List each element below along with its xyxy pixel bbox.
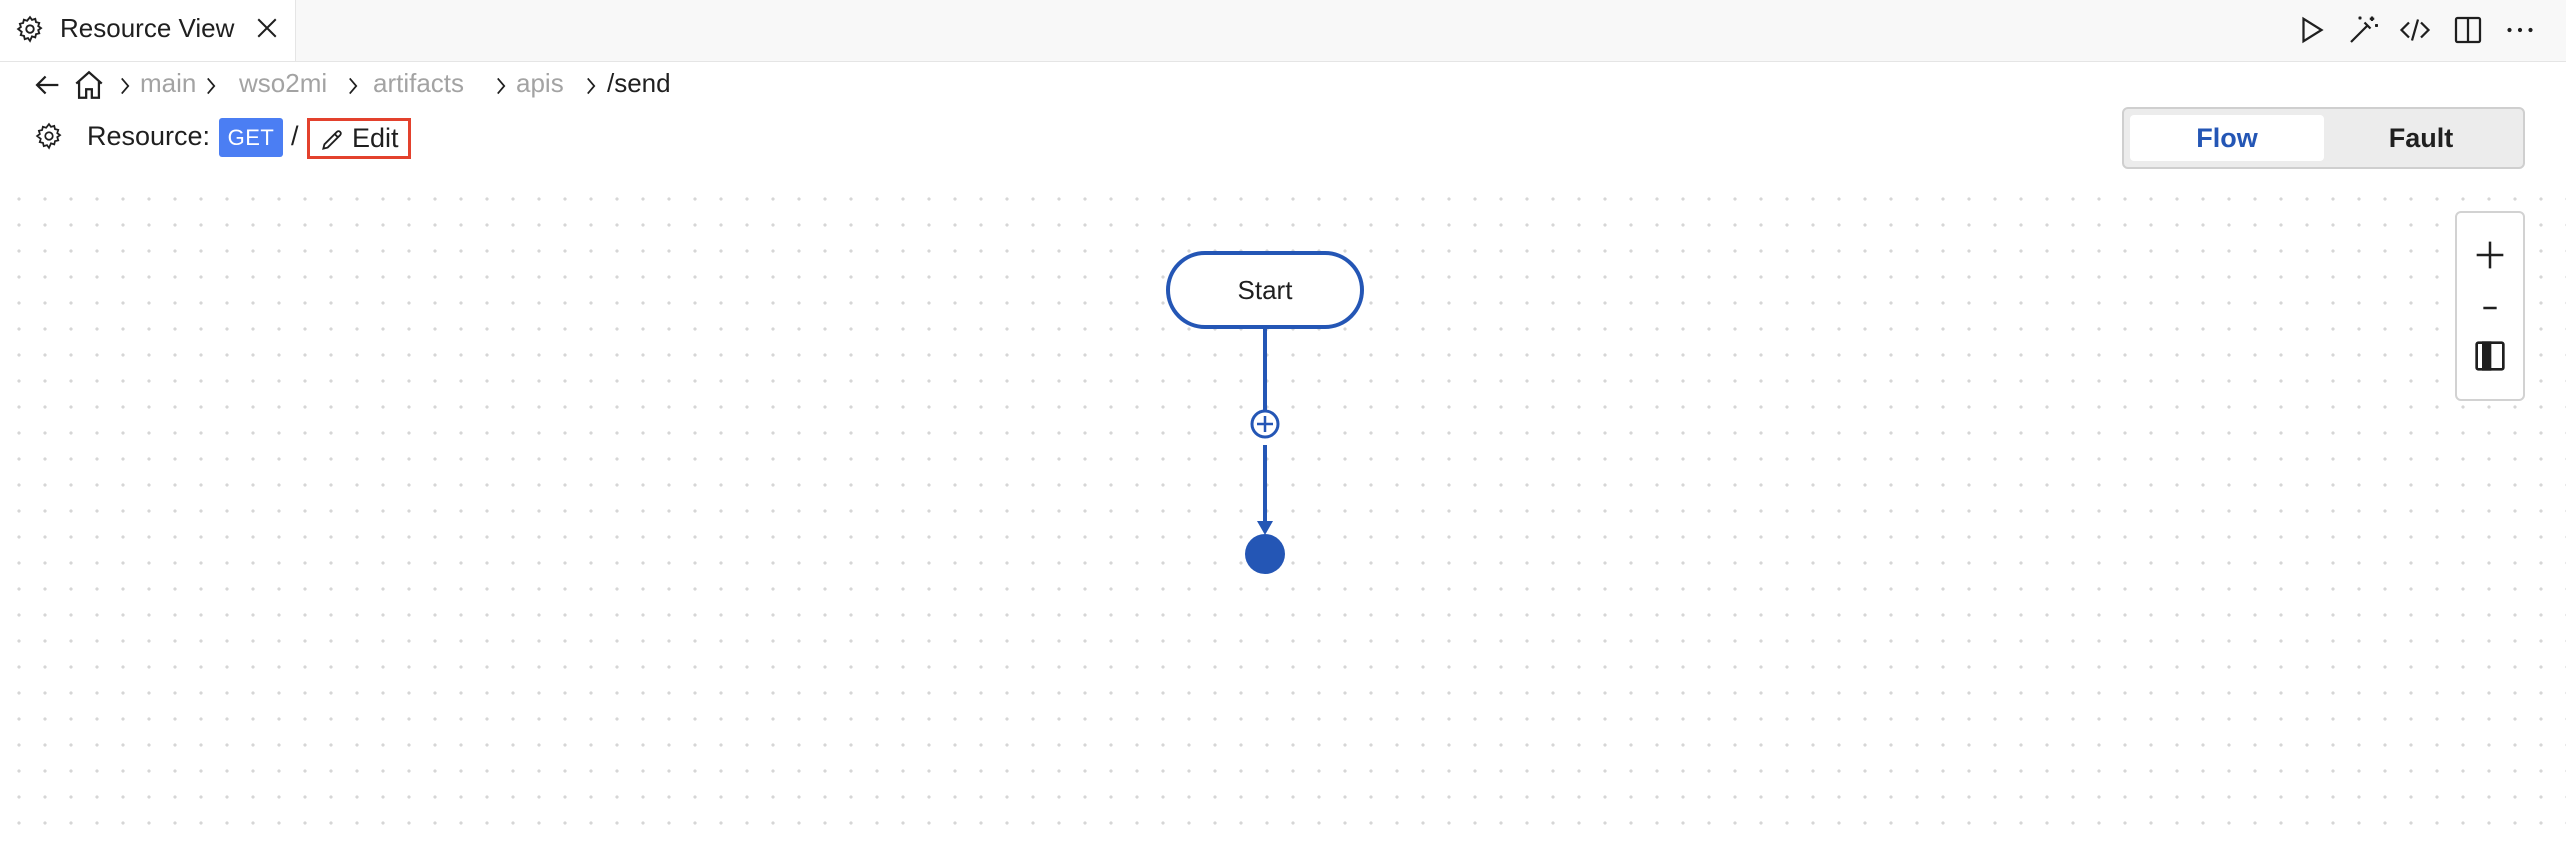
chevron-right-icon [342,73,364,99]
magic-wand-icon[interactable] [2345,12,2381,48]
resource-path-slash: / [291,121,299,151]
split-editor-icon[interactable] [2450,12,2486,48]
breadcrumb: main wso2mi artifacts apis /send [30,64,1230,106]
breadcrumb-item-apis[interactable]: apis [516,68,564,99]
code-icon[interactable] [2397,12,2433,48]
flow-connector [1245,329,1285,574]
end-node [1245,534,1285,574]
tab-fault[interactable]: Fault [2324,115,2518,161]
breadcrumb-item-artifacts[interactable]: artifacts [373,68,464,99]
pencil-icon [319,127,345,153]
add-node-button[interactable] [1250,409,1280,439]
chevron-right-icon [114,73,136,99]
resource-label: Resource: [87,121,211,151]
breadcrumb-item-wso2mi[interactable]: wso2mi [239,68,327,99]
zoom-in-button[interactable] [2470,235,2510,275]
tab-bar: Resource View [0,0,2566,62]
chevron-right-icon [490,73,512,99]
close-icon[interactable] [252,13,282,43]
chevron-right-icon [200,73,222,99]
chevron-right-icon [580,73,602,99]
breadcrumb-item-main[interactable]: main [140,68,196,99]
edit-button[interactable]: Edit [307,118,411,159]
play-icon[interactable] [2293,12,2329,48]
start-node-label: Start [1237,274,1293,305]
breadcrumb-current: /send [607,68,671,98]
back-arrow-icon[interactable] [30,68,64,102]
fit-view-icon[interactable] [2470,336,2510,376]
start-node[interactable]: Start [1166,251,1364,329]
zoom-out-button[interactable] [2470,288,2510,328]
zoom-controls [2455,211,2525,401]
tab-flow[interactable]: Flow [2130,115,2324,161]
view-toggle: Flow Fault [2122,107,2525,169]
tab-resource-view[interactable]: Resource View [0,0,296,61]
method-badge: GET [219,118,283,157]
home-icon[interactable] [72,68,106,102]
gear-icon [34,121,64,151]
edit-label: Edit [352,123,399,153]
more-icon[interactable] [2502,12,2538,48]
gear-icon [15,14,45,44]
tab-title: Resource View [60,13,235,43]
